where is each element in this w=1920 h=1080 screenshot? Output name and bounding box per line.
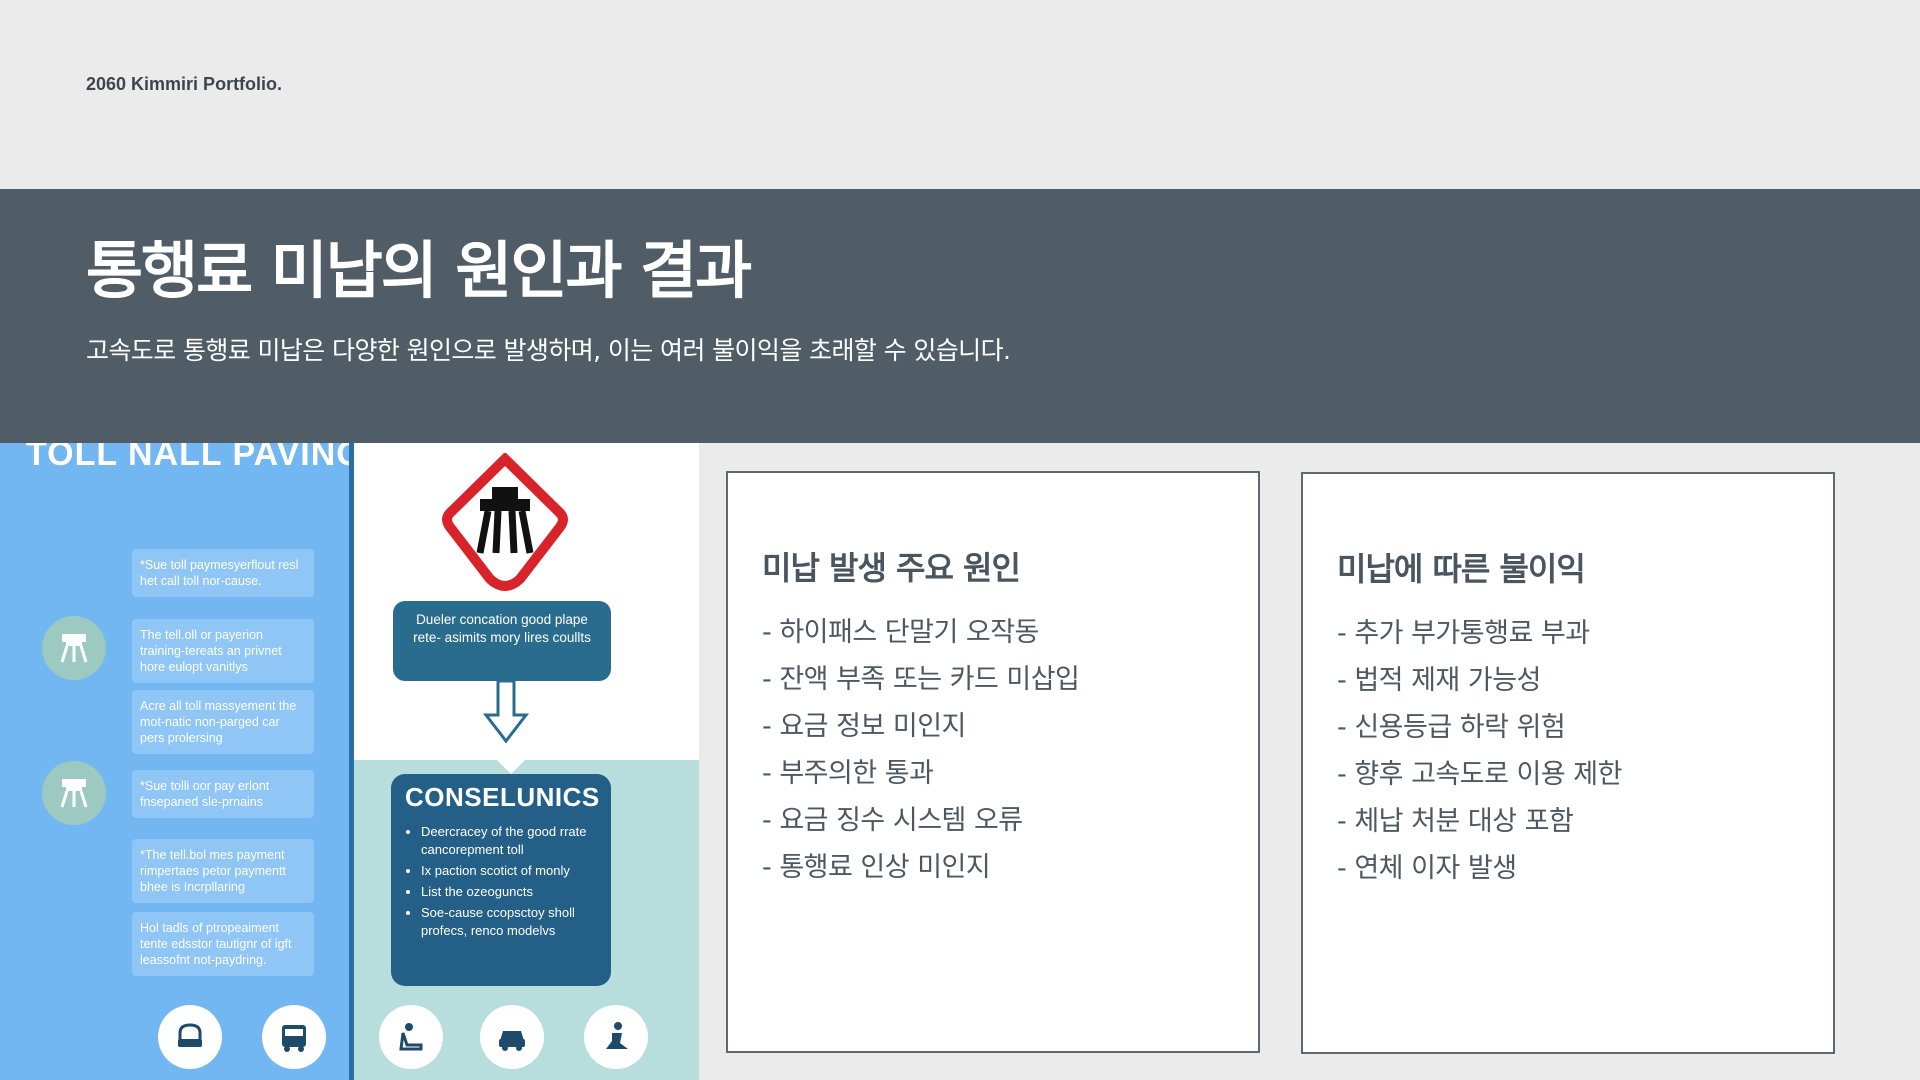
list-item: - 추가 부가통행료 부과	[1337, 618, 1590, 649]
effects-box: 미납에 따른 불이익 - 추가 부가통행료 부과 - 법적 제재 가능성 - 신…	[1301, 472, 1835, 1054]
infographic-card: *Sue toll paymesyerflout resl het call t…	[132, 549, 314, 597]
portfolio-brand: 2060 Kimmiri Portfolio.	[86, 74, 283, 94]
infographic-consequences-box: CONSELUNICS Deercracey of the good rrate…	[391, 774, 611, 986]
infographic-card: *The tell.bol mes payment rimpertaes pet…	[132, 839, 314, 903]
list-item: - 요금 정보 미인지	[762, 711, 966, 742]
consequences-list: Deercracey of the good rrate cancorepmen…	[405, 823, 597, 940]
car-seat-icon	[158, 1005, 222, 1069]
list-item: - 요금 징수 시스템 오류	[762, 805, 1023, 836]
list-item: - 연체 이자 발생	[1337, 853, 1517, 884]
toll-booth-icon	[42, 616, 106, 680]
effects-title: 미납에 따른 불이익	[1337, 550, 1586, 588]
causes-list: - 하이패스 단말기 오작동 - 잔액 부족 또는 카드 미삽입 - 요금 정보…	[762, 609, 1080, 891]
passenger-icon	[379, 1005, 443, 1069]
worker-icon	[584, 1005, 648, 1069]
arrow-down-icon	[482, 679, 530, 744]
bus-icon	[262, 1005, 326, 1069]
car-icon	[480, 1005, 544, 1069]
list-item: Soe-cause ccopsctoy sholl profecs, renco…	[421, 904, 597, 940]
page-subtitle: 고속도로 통행료 미납은 다양한 원인으로 발생하며, 이는 여러 불이익을 초…	[86, 336, 1011, 365]
warning-sign-icon	[442, 453, 568, 591]
list-item: - 하이패스 단말기 오작동	[762, 617, 1039, 648]
list-item: List the ozeoguncts	[421, 883, 597, 901]
list-item: - 향후 고속도로 이용 제한	[1337, 759, 1622, 790]
infographic-card: Hol tadls of ptropeaiment tente edsstor …	[132, 912, 314, 976]
infographic-heading: TOLL NALL PAVING	[26, 443, 349, 473]
consequences-title: CONSELUNICS	[405, 782, 600, 812]
list-item: - 신용등급 하락 위험	[1337, 712, 1566, 743]
title-banner: 통행료 미납의 원인과 결과 고속도로 통행료 미납은 다양한 원인으로 발생하…	[0, 189, 1920, 443]
infographic-notch	[497, 760, 525, 774]
infographic-card: *Sue tolli oor pay erlont fnsepaned sle-…	[132, 770, 314, 818]
effects-list: - 추가 부가통행료 부과 - 법적 제재 가능성 - 신용등급 하락 위험 -…	[1337, 610, 1622, 892]
toll-booth-icon	[42, 761, 106, 825]
list-item: Ix paction scotict of monly	[421, 862, 597, 880]
list-item: - 잔액 부족 또는 카드 미삽입	[762, 664, 1080, 695]
causes-box: 미납 발생 주요 원인 - 하이패스 단말기 오작동 - 잔액 부족 또는 카드…	[726, 471, 1260, 1053]
causes-title: 미납 발생 주요 원인	[762, 549, 1021, 587]
infographic-card: Acre all toll massyement the mot-natic n…	[132, 690, 314, 754]
list-item: - 체납 처분 대상 포함	[1337, 806, 1574, 837]
list-item: - 통행료 인상 미인지	[762, 852, 991, 883]
infographic-card: The tell.oll or payerion training-tereat…	[132, 619, 314, 683]
list-item: - 부주의한 통과	[762, 758, 934, 789]
infographic-left-panel	[0, 443, 349, 1080]
infographic-cause-box: Dueler concation good plape rete- asimit…	[393, 601, 611, 681]
page-title: 통행료 미납의 원인과 결과	[86, 234, 752, 307]
toll-infographic-image: TOLL NALL PAVING *Sue toll paymesyerflou…	[0, 443, 699, 1080]
list-item: Deercracey of the good rrate cancorepmen…	[421, 823, 597, 859]
list-item: - 법적 제재 가능성	[1337, 665, 1541, 696]
